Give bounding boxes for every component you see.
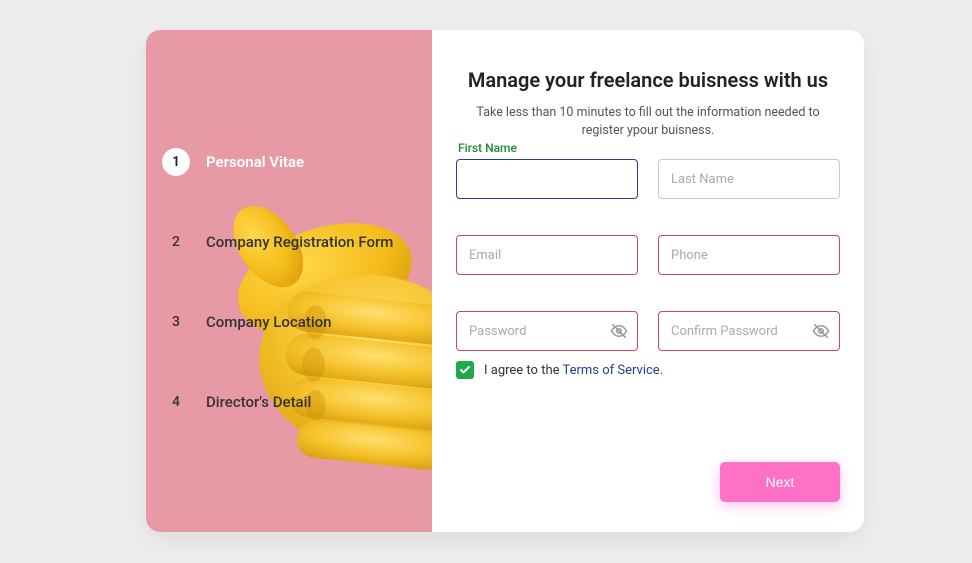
sidebar-step-company-location[interactable]: 3 Company Location bbox=[146, 308, 432, 336]
step-number: 4 bbox=[162, 388, 190, 416]
sidebar-step-personal-vitae[interactable]: 1 Personal Vitae bbox=[146, 148, 432, 176]
sidebar-step-directors-detail[interactable]: 4 Director's Detail bbox=[146, 388, 432, 416]
step-label: Director's Detail bbox=[206, 393, 311, 411]
terms-link[interactable]: Terms of Service bbox=[562, 363, 659, 378]
step-number: 3 bbox=[162, 308, 190, 336]
page-title: Manage your freelance buisness with us bbox=[456, 68, 840, 92]
password-field-wrapper bbox=[456, 311, 638, 351]
terms-prefix: I agree to the bbox=[484, 363, 562, 378]
eye-off-icon[interactable] bbox=[610, 322, 628, 340]
sidebar: 1 Personal Vitae 2 Company Registration … bbox=[146, 30, 432, 532]
terms-text: I agree to the Terms of Service. bbox=[484, 363, 663, 378]
form-panel: Manage your freelance buisness with us T… bbox=[432, 30, 864, 532]
terms-checkbox[interactable] bbox=[456, 361, 474, 379]
last-name-input[interactable] bbox=[658, 159, 840, 199]
check-icon bbox=[459, 364, 471, 376]
step-label: Company Location bbox=[206, 313, 332, 331]
first-name-label: First Name bbox=[458, 141, 517, 155]
sidebar-step-company-registration[interactable]: 2 Company Registration Form bbox=[146, 228, 432, 256]
step-number: 2 bbox=[162, 228, 190, 256]
email-field-wrapper bbox=[456, 235, 638, 275]
eye-off-icon[interactable] bbox=[812, 322, 830, 340]
first-name-input[interactable] bbox=[456, 159, 638, 199]
next-button[interactable]: Next bbox=[720, 462, 840, 502]
confirm-password-field-wrapper bbox=[658, 311, 840, 351]
terms-suffix: . bbox=[660, 363, 663, 378]
last-name-field-wrapper bbox=[658, 159, 840, 199]
first-name-field-wrapper: First Name bbox=[456, 159, 638, 199]
phone-field-wrapper bbox=[658, 235, 840, 275]
registration-card: 1 Personal Vitae 2 Company Registration … bbox=[146, 30, 864, 532]
phone-input[interactable] bbox=[658, 235, 840, 275]
terms-row: I agree to the Terms of Service. bbox=[456, 361, 840, 379]
step-number: 1 bbox=[162, 148, 190, 176]
step-label: Personal Vitae bbox=[206, 153, 304, 171]
page-subtitle: Take less than 10 minutes to fill out th… bbox=[458, 104, 838, 139]
email-input[interactable] bbox=[456, 235, 638, 275]
step-label: Company Registration Form bbox=[206, 233, 393, 251]
